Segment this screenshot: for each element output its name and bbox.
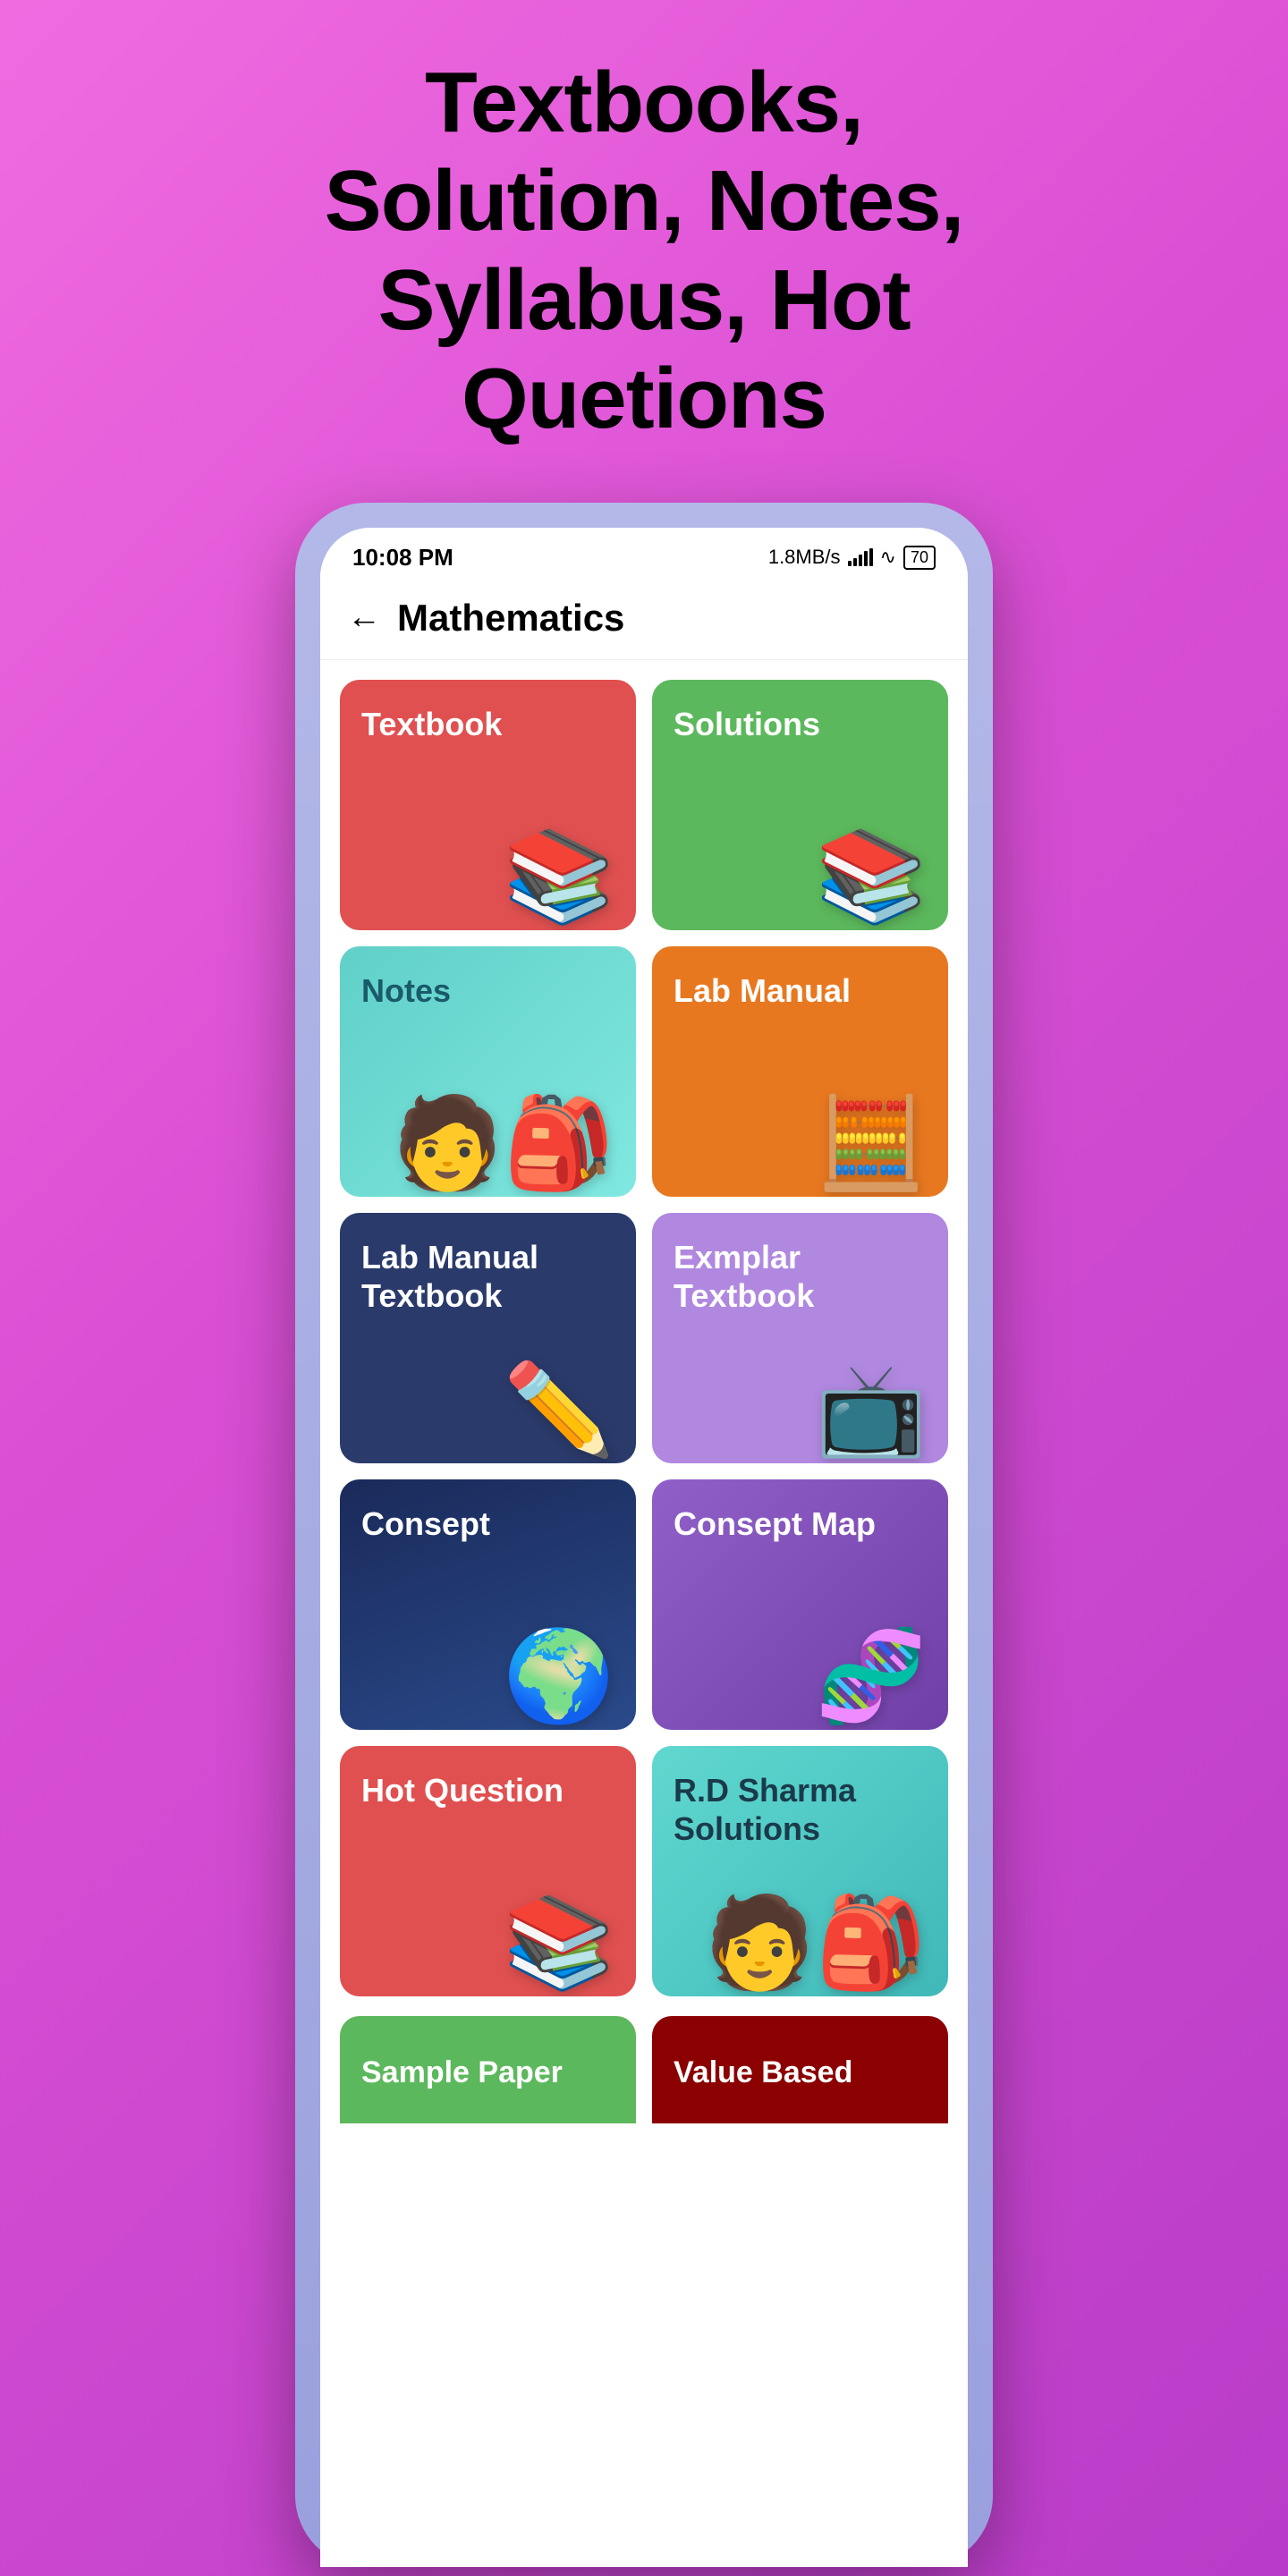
card-solutions-label: Solutions	[674, 705, 927, 743]
rd-sharma-icon: 🧑‍🎒	[674, 1898, 927, 1987]
hot-question-icon: 📚	[361, 1898, 614, 1987]
wifi-icon: ∿	[880, 546, 896, 569]
textbook-icon: 📚	[361, 832, 614, 921]
card-lab-manual[interactable]: Lab Manual 🧮	[652, 946, 948, 1197]
card-lab-manual-label: Lab Manual	[674, 971, 927, 1010]
card-value-based[interactable]: Value Based	[652, 2016, 948, 2123]
exmplar-icon: 📺	[674, 1365, 927, 1454]
phone-mockup: 10:08 PM 1.8MB/s ∿ 70 ← Mathematics	[295, 503, 993, 2567]
lab-manual-textbook-icon: ✏️	[361, 1365, 614, 1454]
card-hot-question[interactable]: Hot Question 📚	[340, 1746, 636, 1996]
card-consept-map[interactable]: Consept Map 🧬	[652, 1479, 948, 1730]
status-icons: 1.8MB/s ∿ 70	[768, 546, 936, 570]
consept-map-icon: 🧬	[674, 1631, 927, 1721]
card-value-based-label: Value Based	[674, 2055, 852, 2091]
card-solutions[interactable]: Solutions 📚	[652, 680, 948, 930]
page-headline: Textbooks, Solution, Notes, Syllabus, Ho…	[259, 54, 1029, 449]
battery-icon: 70	[903, 546, 936, 570]
card-sample-paper[interactable]: Sample Paper	[340, 2016, 636, 2123]
back-button[interactable]: ←	[347, 598, 381, 637]
card-lab-manual-textbook[interactable]: Lab Manual Textbook ✏️	[340, 1213, 636, 1463]
page-title: Mathematics	[397, 597, 624, 640]
speed-indicator: 1.8MB/s	[768, 546, 841, 569]
card-consept[interactable]: Consept 🌍	[340, 1479, 636, 1730]
card-rd-sharma-label: R.D Sharma Solutions	[674, 1771, 927, 1848]
card-rd-sharma[interactable]: R.D Sharma Solutions 🧑‍🎒	[652, 1746, 948, 1996]
card-textbook-label: Textbook	[361, 705, 614, 743]
status-time: 10:08 PM	[352, 544, 453, 572]
signal-icon	[848, 548, 873, 566]
card-notes-label: Notes	[361, 971, 614, 1010]
solutions-icon: 📚	[674, 832, 927, 921]
card-exmplar-textbook[interactable]: Exmplar Textbook 📺	[652, 1213, 948, 1463]
lab-manual-icon: 🧮	[674, 1098, 927, 1188]
consept-icon: 🌍	[361, 1631, 614, 1721]
card-consept-map-label: Consept Map	[674, 1504, 927, 1543]
status-bar: 10:08 PM 1.8MB/s ∿ 70	[320, 528, 968, 580]
bottom-cards: Sample Paper Value Based	[320, 2016, 968, 2123]
card-hot-question-label: Hot Question	[361, 1771, 614, 1809]
card-exmplar-label: Exmplar Textbook	[674, 1238, 927, 1315]
cards-grid: Textbook 📚 Solutions 📚 Notes 🧑‍🎒 Lab Man…	[320, 660, 968, 2016]
card-textbook[interactable]: Textbook 📚	[340, 680, 636, 930]
card-notes[interactable]: Notes 🧑‍🎒	[340, 946, 636, 1197]
notes-icon: 🧑‍🎒	[361, 1098, 614, 1188]
card-lab-manual-textbook-label: Lab Manual Textbook	[361, 1238, 614, 1315]
card-sample-paper-label: Sample Paper	[361, 2055, 563, 2091]
phone-screen: 10:08 PM 1.8MB/s ∿ 70 ← Mathematics	[320, 528, 968, 2567]
card-consept-label: Consept	[361, 1504, 614, 1543]
nav-bar: ← Mathematics	[320, 580, 968, 660]
